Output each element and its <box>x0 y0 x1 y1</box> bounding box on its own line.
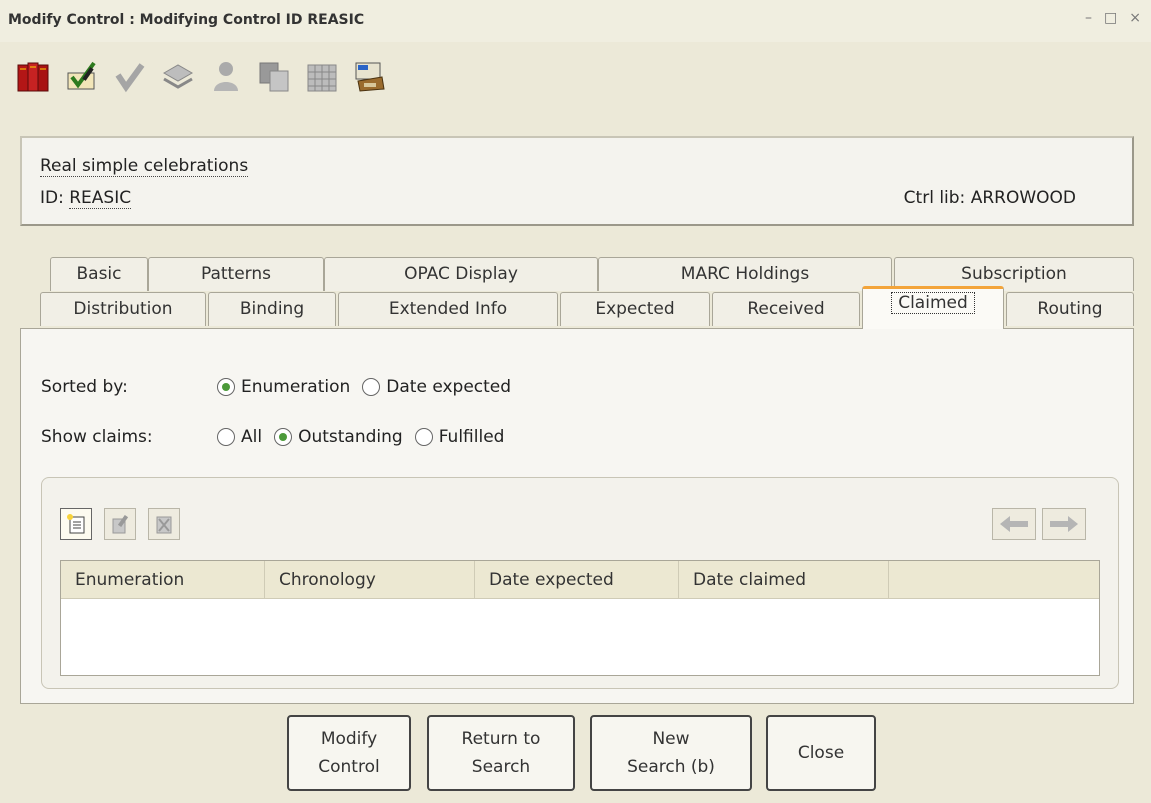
arrow-right-icon <box>1050 516 1078 532</box>
checklist-pen-icon[interactable] <box>62 56 102 96</box>
tab-patterns[interactable]: Patterns <box>148 257 324 291</box>
minimize-icon[interactable]: – <box>1085 10 1092 26</box>
tab-received[interactable]: Received <box>712 292 860 326</box>
maximize-icon[interactable]: □ <box>1104 10 1117 26</box>
tab-extended-info[interactable]: Extended Info <box>338 292 558 326</box>
new-document-icon <box>67 514 85 534</box>
show-all-radio[interactable]: All <box>217 427 262 447</box>
col-date-expected[interactable]: Date expected <box>475 561 679 598</box>
show-claims-row: Show claims: All Outstanding Fulfilled <box>41 427 516 447</box>
new-claim-button[interactable] <box>60 508 92 540</box>
return-to-search-button[interactable]: Return to Search <box>427 715 575 791</box>
record-id: ID: REASIC <box>40 188 132 209</box>
tab-opac-display[interactable]: OPAC Display <box>324 257 598 291</box>
tab-marc-holdings[interactable]: MARC Holdings <box>598 257 892 291</box>
sorted-by-label: Sorted by: <box>41 377 128 397</box>
tab-routing[interactable]: Routing <box>1006 292 1134 326</box>
tab-basic[interactable]: Basic <box>50 257 148 291</box>
close-window-icon[interactable]: × <box>1129 10 1141 26</box>
tab-binding[interactable]: Binding <box>208 292 336 326</box>
table-header: Enumeration Chronology Date expected Dat… <box>61 561 1099 599</box>
title-bar: Modify Control : Modifying Control ID RE… <box>0 0 1151 42</box>
catalog-icon[interactable] <box>350 56 390 96</box>
tab-claimed[interactable]: Claimed <box>862 286 1004 329</box>
stack-icon[interactable] <box>158 56 198 96</box>
edit-claim-button[interactable] <box>104 508 136 540</box>
edit-document-icon <box>112 514 129 534</box>
next-arrow-button[interactable] <box>1042 508 1086 540</box>
col-chronology[interactable]: Chronology <box>265 561 475 598</box>
col-date-claimed[interactable]: Date claimed <box>679 561 889 598</box>
check-mark-icon[interactable] <box>110 56 150 96</box>
record-title-link[interactable]: Real simple celebrations <box>40 156 249 177</box>
id-value-link[interactable]: REASIC <box>69 188 132 209</box>
claimed-panel: Sorted by: Enumeration Date expected Sho… <box>20 328 1134 704</box>
ctrl-lib: Ctrl lib: ARROWOOD <box>903 188 1076 208</box>
modify-control-button[interactable]: Modify Control <box>287 715 411 791</box>
previous-arrow-button[interactable] <box>992 508 1036 540</box>
remove-claim-button[interactable] <box>148 508 180 540</box>
toolbar <box>14 46 390 106</box>
col-enumeration[interactable]: Enumeration <box>61 561 265 598</box>
close-button[interactable]: Close <box>766 715 876 791</box>
arrow-left-icon <box>1000 516 1028 532</box>
sort-enumeration-radio[interactable]: Enumeration <box>217 377 350 397</box>
show-outstanding-radio[interactable]: Outstanding <box>274 427 403 447</box>
col-empty <box>889 561 1099 598</box>
id-label: ID: <box>40 188 70 208</box>
record-info-box: Real simple celebrations ID: REASIC Ctrl… <box>20 136 1134 226</box>
sort-date-expected-radio[interactable]: Date expected <box>362 377 511 397</box>
tab-distribution[interactable]: Distribution <box>40 292 206 326</box>
tab-expected[interactable]: Expected <box>560 292 710 326</box>
show-fulfilled-radio[interactable]: Fulfilled <box>414 427 504 447</box>
remove-icon <box>156 516 172 534</box>
window-title: Modify Control : Modifying Control ID RE… <box>8 12 365 28</box>
new-search-button[interactable]: New Search (b) <box>590 715 752 791</box>
copy-icon[interactable] <box>254 56 294 96</box>
grid-icon[interactable] <box>302 56 342 96</box>
claims-list-box: Enumeration Chronology Date expected Dat… <box>41 477 1119 689</box>
claims-table: Enumeration Chronology Date expected Dat… <box>60 560 1100 676</box>
sorted-by-row: Sorted by: Enumeration Date expected <box>41 377 523 397</box>
book-stack-icon[interactable] <box>14 56 54 96</box>
show-claims-label: Show claims: <box>41 427 153 447</box>
person-icon[interactable] <box>206 56 246 96</box>
